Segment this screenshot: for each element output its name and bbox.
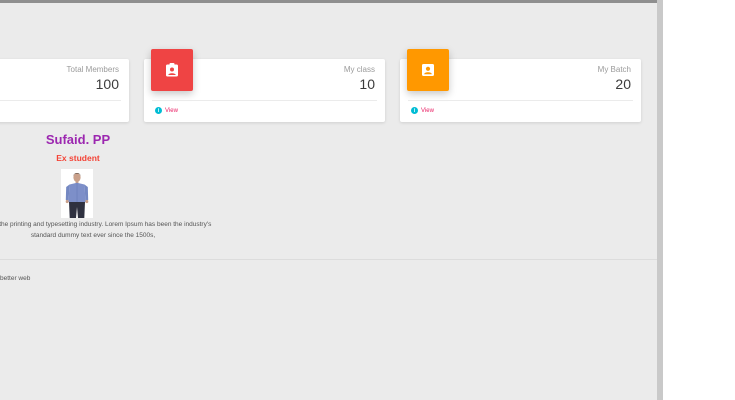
stat-value: 20 — [615, 76, 631, 92]
main-content: Total Members 100 My class 10 i View My … — [0, 0, 657, 400]
window-scrollbar[interactable] — [657, 0, 663, 400]
view-link[interactable]: View — [165, 108, 178, 114]
stat-label: My Batch — [597, 65, 631, 74]
profile-role: Ex student — [56, 153, 100, 163]
stat-label: Total Members — [66, 65, 119, 74]
profile-photo — [61, 169, 93, 218]
top-bar — [0, 0, 657, 3]
card-divider — [152, 100, 377, 101]
account-box-icon — [407, 49, 449, 91]
profile-description-line: y text of the printing and typesetting i… — [0, 221, 212, 228]
card-divider — [408, 100, 633, 101]
footer-text: better web — [0, 275, 31, 282]
info-icon: i — [411, 107, 418, 114]
info-icon: i — [155, 107, 162, 114]
stat-card-my-class: My class 10 i View — [144, 49, 385, 122]
view-link[interactable]: View — [421, 108, 434, 114]
contact-badge-icon — [151, 49, 193, 91]
stat-card-total-members: Total Members 100 — [0, 59, 129, 122]
profile-description-line: standard dummy text ever since the 1500s… — [30, 232, 156, 239]
stat-card-my-batch: My Batch 20 i View — [400, 49, 641, 122]
profile-name: Sufaid. PP — [45, 132, 111, 147]
stat-value: 10 — [359, 76, 375, 92]
stat-value: 100 — [95, 76, 119, 92]
section-divider — [0, 259, 657, 260]
view-link-row[interactable]: i View — [155, 107, 178, 114]
view-link-row[interactable]: i View — [411, 107, 434, 114]
card-divider — [0, 100, 121, 101]
profile-description: y text of the printing and typesetting i… — [0, 219, 248, 241]
stat-label: My class — [343, 65, 375, 74]
